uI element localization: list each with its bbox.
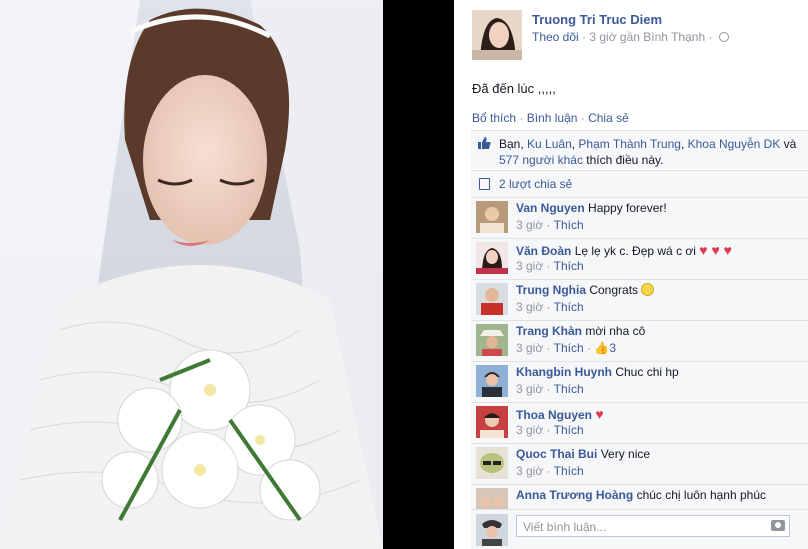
action-separator: ·: [516, 111, 527, 125]
comment-text: Very nice: [600, 447, 651, 461]
comment-item: Quoc Thai Bui Very nice 3 giờ · Thích: [471, 443, 808, 485]
author-avatar[interactable]: [472, 10, 522, 60]
commenter-name[interactable]: Thoa Nguyen: [516, 408, 592, 422]
globe-icon: [718, 32, 729, 42]
comment-like-link[interactable]: Thích: [554, 382, 584, 396]
post-header: Truong Tri Truc Diem Theo dõi · 3 giờ gầ…: [472, 10, 808, 62]
likes-summary: Bạn, Ku Luân, Phạm Thành Trung, Khoa Ngu…: [471, 130, 808, 169]
commenter-name[interactable]: Anna Trương Hoàng: [516, 488, 633, 502]
likes-prefix: Bạn,: [499, 137, 528, 151]
commenter-avatar[interactable]: [476, 242, 508, 274]
comment-composer: Viết bình luận...: [471, 509, 808, 549]
follow-link[interactable]: Theo dõi: [532, 30, 579, 44]
likes-others-link[interactable]: 577 người khác: [499, 153, 583, 167]
commenter-name[interactable]: Trang Khàn: [516, 324, 582, 338]
comment-like-link[interactable]: Thích: [554, 341, 584, 355]
commenter-name[interactable]: Van Nguyen: [516, 201, 585, 215]
comment-item: Trung Nghia Congrats 3 giờ · Thích: [471, 279, 808, 321]
comment-input[interactable]: Viết bình luận...: [516, 515, 790, 537]
viewer-avatar: [476, 514, 508, 546]
comment-item: Van Nguyen Happy forever! 3 giờ · Thích: [471, 197, 808, 239]
commenter-avatar[interactable]: [476, 283, 508, 315]
comment-time[interactable]: 3 giờ: [516, 464, 543, 478]
comment-time[interactable]: 3 giờ: [516, 218, 543, 232]
photo-viewer-gap: [383, 0, 454, 549]
comment-text: Congrats: [589, 283, 639, 297]
liker-link[interactable]: Phạm Thành Trung: [578, 137, 681, 151]
heart-icon: ♥ ♥ ♥: [699, 242, 732, 258]
like-action[interactable]: Bổ thích: [472, 111, 516, 125]
likes-text: Bạn, Ku Luân, Phạm Thành Trung, Khoa Ngu…: [499, 137, 797, 167]
commenter-name[interactable]: Khangbin Huynh: [516, 365, 612, 379]
liker-link[interactable]: Ku Luân: [527, 137, 572, 151]
commenter-avatar[interactable]: [476, 406, 508, 438]
thumbs-up-icon: [478, 137, 491, 149]
comment-item: Thoa Nguyen ♥ 3 giờ · Thích: [471, 402, 808, 444]
smile-emoticon-icon: [641, 283, 655, 296]
comment-like-link[interactable]: Thích: [554, 300, 584, 314]
post-photo[interactable]: [0, 0, 383, 549]
comment-like-link[interactable]: Thích: [554, 259, 584, 273]
likes-and: và: [780, 137, 797, 151]
comment-like-link[interactable]: Thích: [554, 464, 584, 478]
commenter-avatar[interactable]: [476, 201, 508, 233]
commenter-avatar[interactable]: [476, 365, 508, 397]
post-actions: Bổ thích · Bình luận · Chia sẻ: [472, 111, 629, 125]
comment-item: Khangbin Huynh Chuc chi hp 3 giờ · Thích: [471, 361, 808, 403]
comment-like-link[interactable]: Thích: [554, 423, 584, 437]
commenter-name[interactable]: Trung Nghia: [516, 283, 586, 297]
post-sidebar: Truong Tri Truc Diem Theo dõi · 3 giờ gầ…: [454, 0, 808, 549]
commenter-avatar[interactable]: [476, 324, 508, 356]
comment-time[interactable]: 3 giờ: [516, 382, 543, 396]
post-time-location[interactable]: · 3 giờ gần Bình Thạnh ·: [582, 30, 712, 44]
comment-time[interactable]: 3 giờ: [516, 341, 543, 355]
commenter-name[interactable]: Quoc Thai Bui: [516, 447, 597, 461]
liker-link[interactable]: Khoa Nguyễn DK: [688, 137, 781, 151]
commenter-name[interactable]: Văn Đoàn: [516, 244, 571, 258]
action-separator: ·: [577, 111, 589, 125]
comment-like-count-value: 3: [609, 341, 616, 355]
share-action[interactable]: Chia sẻ: [588, 111, 629, 125]
shares-count[interactable]: 2 lượt chia sẻ: [499, 177, 572, 191]
comment-like-link[interactable]: Thích: [554, 218, 584, 232]
commenter-avatar[interactable]: [476, 447, 508, 479]
comment-like-count[interactable]: 👍3: [594, 341, 616, 355]
comment-item: Văn Đoàn Lẹ lẹ yk c. Đẹp wá c ơi ♥ ♥ ♥ 3…: [471, 238, 808, 280]
likes-suffix: thích điều này.: [582, 153, 664, 167]
comment-text: Happy forever!: [588, 201, 667, 215]
author-name[interactable]: Truong Tri Truc Diem: [532, 12, 662, 27]
post-text: Đã đến lúc ,,,,,: [472, 81, 556, 96]
share-icon: [479, 178, 490, 190]
comment-text: chúc chị luôn hạnh phúc: [636, 488, 766, 502]
heart-icon: ♥: [595, 406, 604, 422]
shares-summary[interactable]: 2 lượt chia sẻ: [471, 170, 808, 197]
comment-input-placeholder: Viết bình luận...: [523, 520, 607, 534]
comment-action[interactable]: Bình luận: [527, 111, 578, 125]
comment-time[interactable]: 3 giờ: [516, 300, 543, 314]
comment-time[interactable]: 3 giờ: [516, 423, 543, 437]
comment-text: Lẹ lẹ yk c. Đẹp wá c ơi: [574, 244, 696, 258]
comment-list: Van Nguyen Happy forever! 3 giờ · Thích …: [471, 197, 808, 521]
camera-icon[interactable]: [771, 520, 785, 531]
comment-time[interactable]: 3 giờ: [516, 259, 543, 273]
comment-item: Trang Khàn mời nha cô 3 giờ · Thích · 👍3: [471, 320, 808, 362]
comment-text: Chuc chi hp: [615, 365, 679, 379]
post-meta: Theo dõi · 3 giờ gần Bình Thạnh ·: [532, 30, 729, 44]
comment-text: mời nha cô: [585, 324, 646, 338]
